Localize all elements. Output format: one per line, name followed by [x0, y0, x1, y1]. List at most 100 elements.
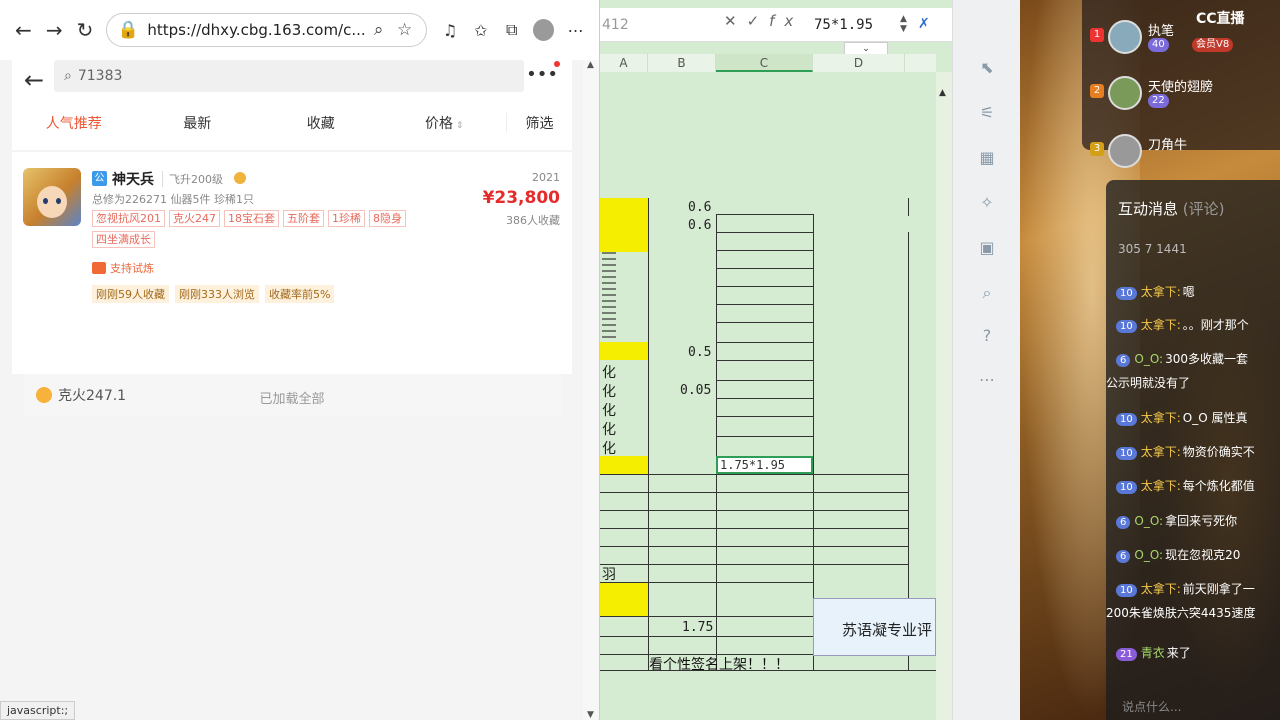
grid-border	[600, 564, 908, 565]
cell-value: 0.6	[688, 200, 712, 215]
more-icon[interactable]: ⋯	[977, 370, 997, 390]
name-box[interactable]: 412	[600, 12, 700, 38]
rank-row[interactable]: 3 刀角牛	[1082, 134, 1280, 174]
page-scrollbar[interactable]: ▲ ▼	[583, 60, 599, 720]
cc-live-logo: CC直播	[1196, 11, 1245, 27]
formula-cancel-icon[interactable]: ✗	[918, 16, 930, 32]
tab-price[interactable]: 价格 ⇕	[383, 113, 507, 133]
active-cell[interactable]: 1.75*1.95	[716, 456, 813, 474]
function-icon[interactable]: fx	[769, 12, 803, 30]
attribute-tags: 忽视抗风201 克火247 18宝石套 五阶套 1珍稀 8隐身 四坐满成长	[92, 210, 442, 248]
character-avatar	[23, 168, 81, 226]
grid-border	[716, 416, 813, 417]
more-menu-icon[interactable]: •••	[526, 64, 558, 85]
back-icon[interactable]: ←	[8, 14, 39, 46]
page-back-icon[interactable]: ←	[24, 66, 44, 94]
chat-message: 6 O_O: 拿回来亏死你	[1116, 513, 1280, 530]
site-info-icon[interactable]: 🔒	[115, 20, 141, 40]
notification-dot	[554, 61, 560, 67]
yellow-cell[interactable]	[600, 456, 648, 474]
column-header-c[interactable]: C	[716, 54, 813, 72]
chat-input[interactable]: 说点什么...	[1116, 694, 1280, 720]
chat-user[interactable]: O_O:	[1134, 548, 1163, 562]
chat-text: 前天刚拿了一	[1182, 582, 1255, 596]
chat-message: 10 太拿下: 前天刚拿了一	[1116, 581, 1280, 598]
chat-text: 200朱雀焕肤六突4435速度	[1106, 606, 1256, 620]
help-icon[interactable]: ?	[977, 326, 997, 346]
formula-input[interactable]: 75*1.95	[814, 12, 902, 38]
search-input[interactable]: ⌕ 71383	[54, 60, 524, 92]
attribute-tag: 18宝石套	[224, 210, 279, 227]
grid-border	[716, 436, 813, 437]
browser-menu-icon[interactable]: ⋯	[560, 14, 591, 46]
activity-pill: 刚刚333人浏览	[175, 285, 259, 303]
chat-title-label: 互动消息	[1118, 200, 1179, 218]
tab-filter[interactable]: 筛选	[506, 113, 572, 133]
scroll-down-icon[interactable]: ▼	[587, 710, 594, 720]
column-header-d[interactable]: D	[813, 54, 905, 72]
signature-cell[interactable]: 看个性签名上架！！！	[649, 654, 789, 674]
tab-popular[interactable]: 人气推荐	[12, 113, 136, 133]
zoom-icon[interactable]: ⌕	[366, 20, 392, 40]
chat-text: 每个炼化都值	[1182, 479, 1255, 493]
confirm-icon[interactable]: ✓	[747, 12, 770, 30]
grid-border	[600, 636, 813, 637]
column-header-b[interactable]: B	[648, 54, 716, 72]
chat-message: 公示明就没有了	[1106, 375, 1270, 392]
rank-row[interactable]: 2 天使的翅膀 22	[1082, 76, 1280, 116]
chat-text: 嗯	[1182, 285, 1195, 299]
tab-favorites[interactable]: 收藏	[259, 113, 383, 133]
collections-icon[interactable]: ⧉	[496, 14, 527, 46]
loaded-all-text: 已加载全部	[259, 392, 325, 407]
level-badge: 40	[1148, 38, 1169, 52]
extension-icon[interactable]: ♫	[435, 14, 466, 46]
sheet-scrollbar[interactable]: ▲	[936, 72, 952, 720]
favorites-icon[interactable]: ✩	[465, 14, 496, 46]
chat-user[interactable]: O_O:	[1134, 514, 1163, 528]
chat-panel: 互动消息 (评论) 305 7 1441 10 太拿下: 嗯 10 太拿下: 。。刚才那…	[1106, 180, 1280, 720]
profile-avatar[interactable]	[533, 19, 555, 41]
grid-border	[600, 492, 908, 493]
tab-latest[interactable]: 最新	[136, 113, 260, 133]
image-icon[interactable]: ▣	[977, 238, 997, 258]
listing-year: 2021	[532, 171, 560, 184]
user-level: 10	[1116, 413, 1137, 426]
cancel-icon[interactable]: ✕	[724, 12, 747, 30]
chat-user[interactable]: 青衣	[1141, 646, 1165, 660]
chat-user[interactable]: 太拿下:	[1141, 411, 1181, 425]
grid-border	[908, 198, 909, 216]
chat-user[interactable]: 太拿下:	[1141, 445, 1181, 459]
avatar-eye	[43, 198, 48, 204]
listing-card[interactable]: 公 神天兵 飞升200级 总修为226271 仙器5件 珍稀1只 2021 ¥2…	[12, 152, 572, 374]
table-style-icon[interactable]: ▦	[977, 148, 997, 168]
address-bar[interactable]: 🔒 https://dhxy.cbg.163.com/c... ⌕ ☆	[106, 13, 427, 47]
formula-expand-icon[interactable]: ▲ ▼	[900, 14, 907, 34]
select-icon[interactable]: ⬉	[977, 58, 997, 78]
attribute-tag: 忽视抗风201	[92, 210, 165, 227]
chat-text: O_O 属性真	[1182, 411, 1248, 425]
cell-text: 化	[602, 422, 616, 438]
chat-user[interactable]: 太拿下:	[1141, 318, 1181, 332]
column-header-a[interactable]: A	[600, 54, 648, 72]
forward-icon[interactable]: →	[39, 14, 70, 46]
favorite-star-icon[interactable]: ☆	[392, 20, 418, 40]
scroll-top-icon[interactable]: ▲	[939, 88, 946, 98]
chat-title: 互动消息 (评论)	[1118, 198, 1225, 219]
avatar	[1108, 20, 1142, 54]
chat-user[interactable]: O_O:	[1134, 352, 1163, 366]
grid-border	[600, 474, 908, 475]
chat-user[interactable]: 太拿下:	[1141, 479, 1181, 493]
shape-icon[interactable]: ✧	[977, 193, 997, 213]
adjust-icon[interactable]: ⚟	[977, 103, 997, 123]
yellow-cell[interactable]	[600, 342, 648, 360]
search-doc-icon[interactable]: ⌕	[977, 283, 997, 303]
yellow-cell[interactable]	[600, 198, 648, 252]
user-level: 6	[1116, 354, 1131, 367]
chat-user[interactable]: 太拿下:	[1141, 285, 1181, 299]
yellow-cell[interactable]	[600, 582, 648, 616]
rank-row[interactable]: 1 执笔 40 会员V8	[1082, 20, 1280, 60]
merged-cell[interactable]: 苏语凝专业评	[813, 598, 936, 656]
scroll-up-icon[interactable]: ▲	[587, 60, 594, 70]
chat-user[interactable]: 太拿下:	[1141, 582, 1181, 596]
refresh-icon[interactable]: ↻	[70, 14, 101, 46]
